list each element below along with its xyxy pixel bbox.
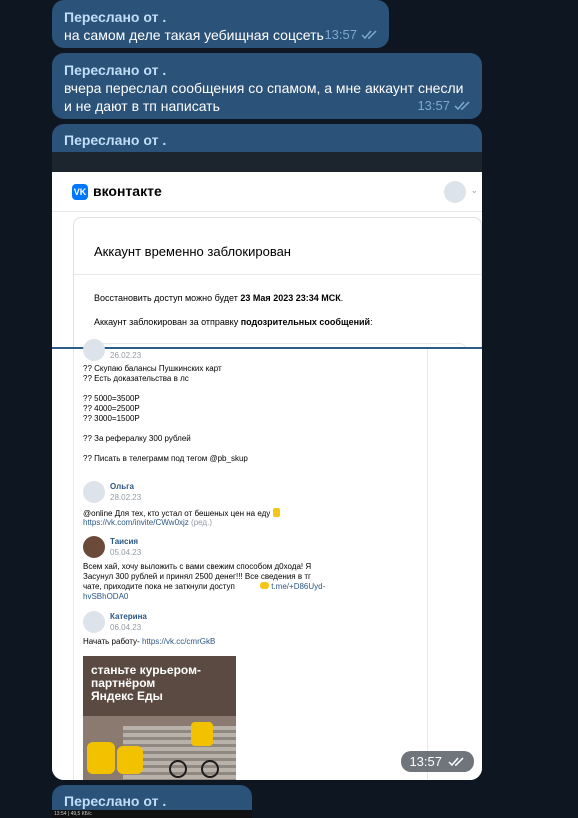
message-text: вчера переслал сообщения со спамом, а мн… xyxy=(64,80,464,114)
avatar xyxy=(444,181,466,203)
vk-brand: вконтакте xyxy=(93,183,162,199)
post-link[interactable]: https://vk.com/invite/CWw0xjz xyxy=(83,518,189,527)
post-link[interactable]: https://vk.cc/cmrGkB xyxy=(142,637,215,646)
screenshot-top-strip xyxy=(52,152,482,172)
attached-screenshot[interactable]: VK вконтакте ⌄ Аккаунт временно заблокир… xyxy=(52,152,482,780)
post-date: 28.02.23 xyxy=(110,493,142,502)
chevron-down-icon: ⌄ xyxy=(470,185,478,195)
avatar xyxy=(83,481,105,503)
message-bubble-1[interactable]: Переслано от . на самом деле такая уебищ… xyxy=(52,0,389,48)
ad-headline: станьте курьером- партнёром Яндекс Еды xyxy=(91,663,201,703)
double-check-icon xyxy=(454,100,470,110)
edited-note: (ред.) xyxy=(191,518,212,527)
reason-prefix: Аккаунт заблокирован за отправку xyxy=(94,317,241,327)
avatar xyxy=(83,339,105,361)
post-link[interactable]: hvSBhODA0 xyxy=(83,592,128,602)
forwarded-from-label[interactable]: Переслано от . xyxy=(64,792,240,810)
block-title: Аккаунт временно заблокирован xyxy=(94,244,291,259)
post-link[interactable]: t.me/+D86Uyd- xyxy=(271,582,325,591)
message-time: 13:57 xyxy=(417,98,450,113)
avatar xyxy=(83,536,105,558)
post-text: Начать работу- https://vk.cc/cmrGkB xyxy=(83,637,215,647)
post-date: 26.02.23 xyxy=(110,351,142,360)
message-meta: 13:57 xyxy=(401,751,474,772)
delivery-bag xyxy=(191,722,213,746)
yandex-eats-ad-image[interactable]: станьте курьером- партнёром Яндекс Еды xyxy=(83,656,236,780)
post-link-line: https://vk.com/invite/CWw0xjz (ред.) xyxy=(83,518,212,528)
divider xyxy=(74,274,481,275)
restore-suffix: . xyxy=(340,293,344,303)
double-check-icon xyxy=(361,29,377,39)
bicycle-wheel xyxy=(169,760,187,778)
post-date: 06.04.23 xyxy=(110,623,142,632)
post-author[interactable]: Катерина xyxy=(110,612,147,621)
double-check-icon xyxy=(448,756,464,766)
avatar xyxy=(83,611,105,633)
courier-figure xyxy=(87,742,115,774)
courier-figure xyxy=(117,746,143,774)
post-text: ?? Скупаю балансы Пушкинских карт ?? Ест… xyxy=(83,364,248,463)
forwarded-from-label[interactable]: Переслано от . xyxy=(64,61,470,79)
reason-bold: подозрительных сообщений xyxy=(240,317,371,327)
restore-date: 23 Мая 2023 23:34 МСК xyxy=(240,293,341,303)
key-emoji-icon xyxy=(273,508,281,517)
post-date: 05.04.23 xyxy=(110,548,142,557)
reason-suffix: : xyxy=(370,317,373,327)
post-text-body: Начать работу- xyxy=(83,637,142,646)
post-link-line: t.me/+D86Uyd- xyxy=(258,582,325,592)
bicycle-wheel xyxy=(201,760,219,778)
forwarded-from-label[interactable]: Переслано от . xyxy=(64,131,166,149)
block-reason: Аккаунт заблокирован за отправку подозри… xyxy=(94,317,373,327)
message-time: 13:57 xyxy=(324,27,357,42)
forwarded-from-label[interactable]: Переслано от . xyxy=(64,8,377,26)
vk-logo-icon: VK xyxy=(72,184,88,200)
post-author[interactable]: Ольга xyxy=(110,482,134,491)
pointing-hand-emoji-icon xyxy=(260,582,269,589)
spam-messages-list: 26.02.23 ?? Скупаю балансы Пушкинских ка… xyxy=(52,339,482,780)
restore-info: Восстановить доступ можно будет 23 Мая 2… xyxy=(94,293,343,303)
message-meta: 13:57 xyxy=(417,98,472,113)
embedded-status-bar: 13:54 | 49,5 КБ/с xyxy=(52,810,252,818)
post-author[interactable]: Таисия xyxy=(110,537,138,546)
vk-header: VK вконтакте ⌄ xyxy=(52,172,482,212)
message-meta: 13:57 xyxy=(324,27,379,42)
post-text-body: @online Для тех, кто устал от бешеных це… xyxy=(83,509,271,518)
message-time: 13:57 xyxy=(409,754,442,769)
restore-prefix: Восстановить доступ можно будет xyxy=(94,293,241,303)
message-bubble-2[interactable]: Переслано от . вчера переслал сообщения … xyxy=(52,53,482,119)
message-bubble-3[interactable]: Переслано от . VK вконтакте ⌄ Аккаунт вр… xyxy=(52,124,482,780)
